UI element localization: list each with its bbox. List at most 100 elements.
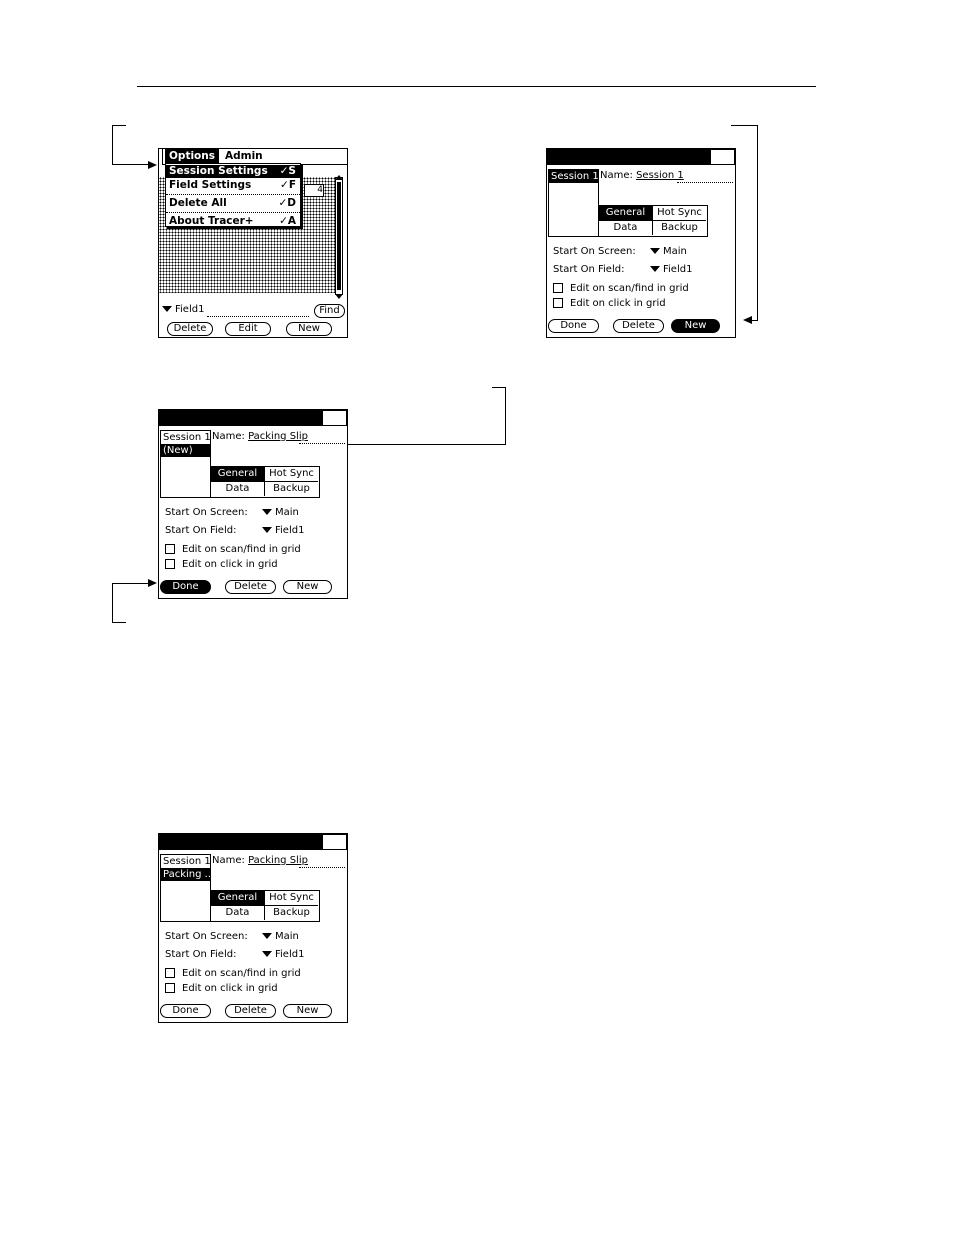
list-item[interactable]: Packing ...: [161, 868, 210, 881]
session-list[interactable]: Session 1 (New): [160, 430, 211, 498]
scrollbar[interactable]: [335, 177, 343, 295]
start-field-label: Start On Field:: [553, 264, 625, 275]
list-item[interactable]: (New): [161, 444, 210, 457]
menu-item-label: Delete All: [169, 197, 227, 209]
session-list[interactable]: Session 1: [548, 169, 599, 237]
connector-line: [112, 164, 148, 165]
menu-item-about[interactable]: About Tracer+ ✓A: [166, 215, 300, 228]
dropdown-arrow-icon: [262, 509, 272, 515]
start-field-select[interactable]: Field1: [262, 525, 304, 536]
menu-separator: [166, 194, 300, 195]
start-field-value: Field1: [275, 949, 305, 960]
name-field[interactable]: Name: Session 1: [600, 170, 684, 181]
dropdown-arrow-icon: [650, 248, 660, 254]
checkbox-edit-click[interactable]: Edit on click in grid: [553, 298, 666, 309]
tab-data[interactable]: Data: [211, 482, 265, 496]
field-select-value: Field1: [175, 304, 205, 315]
name-value[interactable]: Packing Slip: [248, 431, 308, 442]
menu-screen: 4 Options Admin Session Settings ✓S Field…: [158, 148, 348, 338]
tab-group: General Hot Sync Data Backup: [210, 890, 320, 922]
connector-line: [333, 444, 506, 445]
tab-hotsync[interactable]: Hot Sync: [265, 891, 318, 906]
checkbox-icon[interactable]: [553, 298, 563, 308]
connector-line: [752, 320, 758, 321]
list-item[interactable]: Session 1: [161, 855, 210, 868]
dropdown-arrow-icon: [162, 306, 172, 312]
scroll-down-icon[interactable]: [335, 294, 343, 299]
new-button[interactable]: New: [283, 580, 332, 594]
menu-admin[interactable]: Admin: [221, 149, 267, 164]
checkbox-icon[interactable]: [165, 544, 175, 554]
start-screen-label: Start On Screen:: [553, 246, 636, 257]
start-screen-select[interactable]: Main: [262, 931, 299, 942]
checkbox-icon[interactable]: [553, 283, 563, 293]
new-button[interactable]: New: [671, 319, 720, 333]
checkbox-label: Edit on scan/find in grid: [182, 968, 301, 979]
checkbox-edit-scan[interactable]: Edit on scan/find in grid: [553, 283, 689, 294]
tab-data[interactable]: Data: [599, 221, 653, 235]
tab-general[interactable]: General: [599, 206, 653, 221]
tab-data[interactable]: Data: [211, 906, 265, 920]
start-field-select[interactable]: Field1: [262, 949, 304, 960]
checkbox-label: Edit on scan/find in grid: [570, 283, 689, 294]
menu-item-shortcut: ✓D: [278, 197, 296, 209]
tab-backup[interactable]: Backup: [265, 906, 318, 920]
scroll-up-icon[interactable]: [335, 175, 343, 180]
new-button[interactable]: New: [283, 1004, 332, 1018]
checkbox-edit-scan[interactable]: Edit on scan/find in grid: [165, 968, 301, 979]
checkbox-edit-click[interactable]: Edit on click in grid: [165, 983, 278, 994]
list-item[interactable]: Session 1: [549, 170, 598, 183]
delete-button[interactable]: Delete: [225, 580, 276, 594]
menu-item-session-settings[interactable]: Session Settings ✓S: [166, 165, 300, 178]
delete-button[interactable]: Delete: [225, 1004, 276, 1018]
menu-item-shortcut: ✓S: [279, 165, 296, 177]
done-button[interactable]: Done: [548, 319, 599, 333]
checkbox-edit-click[interactable]: Edit on click in grid: [165, 559, 278, 570]
new-button[interactable]: New: [286, 322, 332, 336]
checkbox-icon[interactable]: [165, 968, 175, 978]
done-button[interactable]: Done: [160, 580, 211, 594]
name-field[interactable]: Name: Packing Slip: [212, 431, 308, 442]
tab-hotsync[interactable]: Hot Sync: [653, 206, 706, 221]
tab-general[interactable]: General: [211, 891, 265, 906]
connector-line: [112, 583, 113, 623]
menu-item-delete-all[interactable]: Delete All ✓D: [166, 197, 300, 210]
options-dropdown: Session Settings ✓S Field Settings ✓F Dele…: [165, 163, 301, 227]
tab-backup[interactable]: Backup: [653, 221, 706, 235]
tab-general[interactable]: General: [211, 467, 265, 482]
field-select[interactable]: Field1: [162, 304, 204, 315]
name-label: Name:: [212, 855, 245, 866]
saved-session-screen: Session 1 Packing ... Name: Packing Slip…: [158, 833, 348, 1023]
find-button[interactable]: Find: [314, 304, 345, 318]
session-list[interactable]: Session 1 Packing ...: [160, 854, 211, 922]
tab-hotsync[interactable]: Hot Sync: [265, 467, 318, 482]
name-value[interactable]: Packing Slip: [248, 855, 308, 866]
menu-item-label: Session Settings: [169, 165, 268, 177]
name-value[interactable]: Session 1: [636, 170, 684, 181]
checkbox-icon[interactable]: [165, 559, 175, 569]
tab-group: General Hot Sync Data Backup: [210, 466, 320, 498]
name-field[interactable]: Name: Packing Slip: [212, 855, 308, 866]
menu-item-field-settings[interactable]: Field Settings ✓F: [166, 179, 300, 192]
find-input[interactable]: [207, 316, 309, 317]
edit-button[interactable]: Edit: [225, 322, 271, 336]
scroll-thumb[interactable]: [337, 182, 341, 290]
checkbox-icon[interactable]: [165, 983, 175, 993]
title-bar: [547, 149, 710, 165]
menu-item-shortcut: ✓F: [280, 179, 296, 191]
done-button[interactable]: Done: [160, 1004, 211, 1018]
new-session-screen: Session 1 (New) Name: Packing Slip Gener…: [158, 409, 348, 599]
dropdown-arrow-icon: [262, 933, 272, 939]
title-bar: [159, 834, 322, 850]
start-field-select[interactable]: Field1: [650, 264, 692, 275]
checkbox-edit-scan[interactable]: Edit on scan/find in grid: [165, 544, 301, 555]
list-item[interactable]: Session 1: [161, 431, 210, 444]
delete-button[interactable]: Delete: [613, 319, 664, 333]
checkbox-label: Edit on click in grid: [182, 559, 278, 570]
start-screen-select[interactable]: Main: [650, 246, 687, 257]
dropdown-arrow-icon: [262, 527, 272, 533]
delete-button[interactable]: Delete: [167, 322, 213, 336]
start-screen-select[interactable]: Main: [262, 507, 299, 518]
menu-options[interactable]: Options: [165, 149, 219, 164]
tab-backup[interactable]: Backup: [265, 482, 318, 496]
